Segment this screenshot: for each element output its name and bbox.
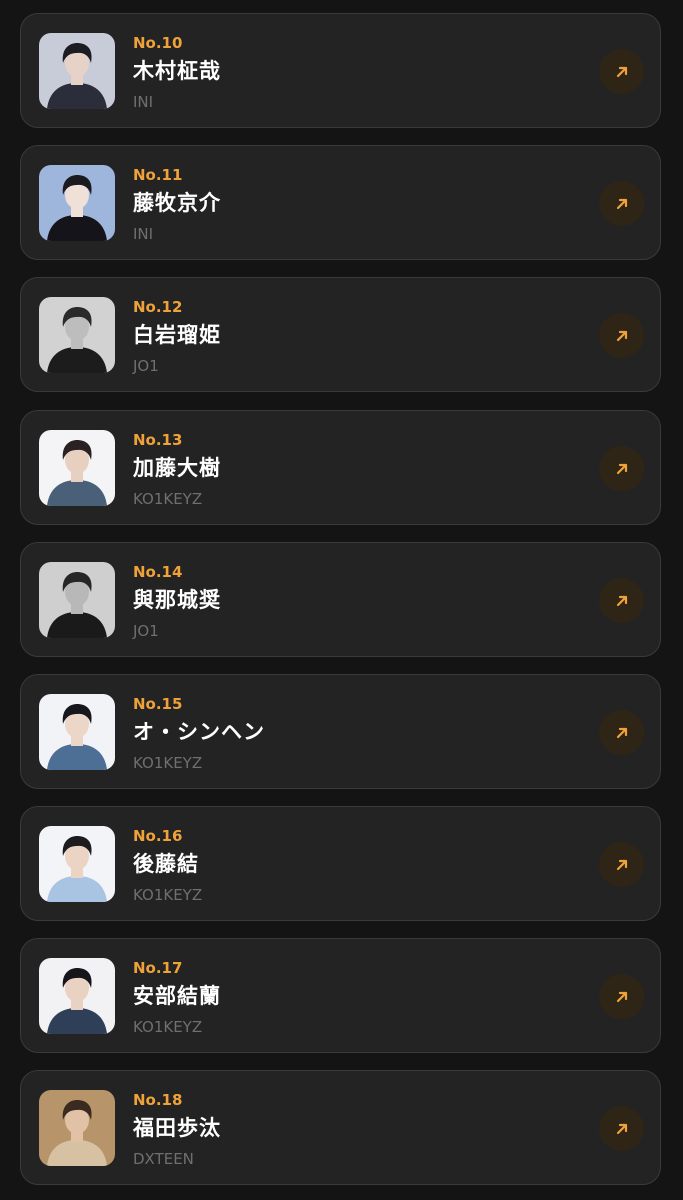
arrow-up-right-icon — [616, 727, 627, 738]
avatar — [39, 297, 115, 373]
arrow-up-right-icon — [616, 463, 627, 474]
rank-label: No.18 — [133, 1091, 183, 1109]
group-name: JO1 — [133, 357, 159, 375]
avatar — [39, 1090, 115, 1166]
ranking-card[interactable]: No.11 藤牧京介 INI — [20, 145, 661, 260]
ranking-list: No.10 木村柾哉 INI No.11 藤牧京介 INI No.12 白岩瑠姫 JO1 No.1… — [0, 0, 683, 1200]
open-button[interactable] — [599, 974, 644, 1019]
rank-label: No.16 — [133, 827, 183, 845]
arrow-up-right-icon — [616, 991, 627, 1002]
ranking-card[interactable]: No.10 木村柾哉 INI — [20, 13, 661, 128]
open-button[interactable] — [599, 181, 644, 226]
ranking-card[interactable]: No.15 オ・シンヘン KO1KEYZ — [20, 674, 661, 789]
arrow-up-right-icon — [616, 330, 627, 341]
avatar — [39, 826, 115, 902]
group-name: KO1KEYZ — [133, 754, 203, 772]
avatar — [39, 562, 115, 638]
open-button[interactable] — [599, 578, 644, 623]
rank-label: No.12 — [133, 298, 183, 316]
member-name: 白岩瑠姫 — [133, 323, 221, 347]
group-name: INI — [133, 225, 154, 243]
arrow-up-right-icon — [616, 198, 627, 209]
group-name: DXTEEN — [133, 1150, 194, 1168]
member-name: 後藤結 — [133, 852, 199, 876]
open-button[interactable] — [599, 49, 644, 94]
ranking-card[interactable]: No.13 加藤大樹 KO1KEYZ — [20, 410, 661, 525]
group-name: JO1 — [133, 622, 159, 640]
arrow-up-right-icon — [616, 66, 627, 77]
rank-label: No.14 — [133, 563, 183, 581]
group-name: KO1KEYZ — [133, 1018, 203, 1036]
member-name: 安部結蘭 — [133, 984, 221, 1008]
group-name: INI — [133, 93, 154, 111]
rank-label: No.13 — [133, 431, 183, 449]
rank-label: No.15 — [133, 695, 183, 713]
open-button[interactable] — [599, 1106, 644, 1151]
rank-label: No.11 — [133, 166, 183, 184]
member-name: 藤牧京介 — [133, 191, 221, 215]
arrow-up-right-icon — [616, 595, 627, 606]
member-name: 加藤大樹 — [133, 456, 221, 480]
group-name: KO1KEYZ — [133, 490, 203, 508]
avatar — [39, 958, 115, 1034]
ranking-card[interactable]: No.14 與那城奨 JO1 — [20, 542, 661, 657]
open-button[interactable] — [599, 446, 644, 491]
ranking-card[interactable]: No.16 後藤結 KO1KEYZ — [20, 806, 661, 921]
ranking-card[interactable]: No.18 福田歩汰 DXTEEN — [20, 1070, 661, 1185]
arrow-up-right-icon — [616, 1123, 627, 1134]
open-button[interactable] — [599, 842, 644, 887]
member-name: 與那城奨 — [133, 588, 221, 612]
avatar — [39, 33, 115, 109]
member-name: 福田歩汰 — [133, 1116, 221, 1140]
avatar — [39, 694, 115, 770]
open-button[interactable] — [599, 313, 644, 358]
avatar — [39, 430, 115, 506]
member-name: オ・シンヘン — [133, 720, 265, 744]
rank-label: No.17 — [133, 959, 183, 977]
open-button[interactable] — [599, 710, 644, 755]
rank-label: No.10 — [133, 34, 183, 52]
ranking-card[interactable]: No.17 安部結蘭 KO1KEYZ — [20, 938, 661, 1053]
ranking-card[interactable]: No.12 白岩瑠姫 JO1 — [20, 277, 661, 392]
group-name: KO1KEYZ — [133, 886, 203, 904]
avatar — [39, 165, 115, 241]
arrow-up-right-icon — [616, 859, 627, 870]
member-name: 木村柾哉 — [133, 59, 221, 83]
